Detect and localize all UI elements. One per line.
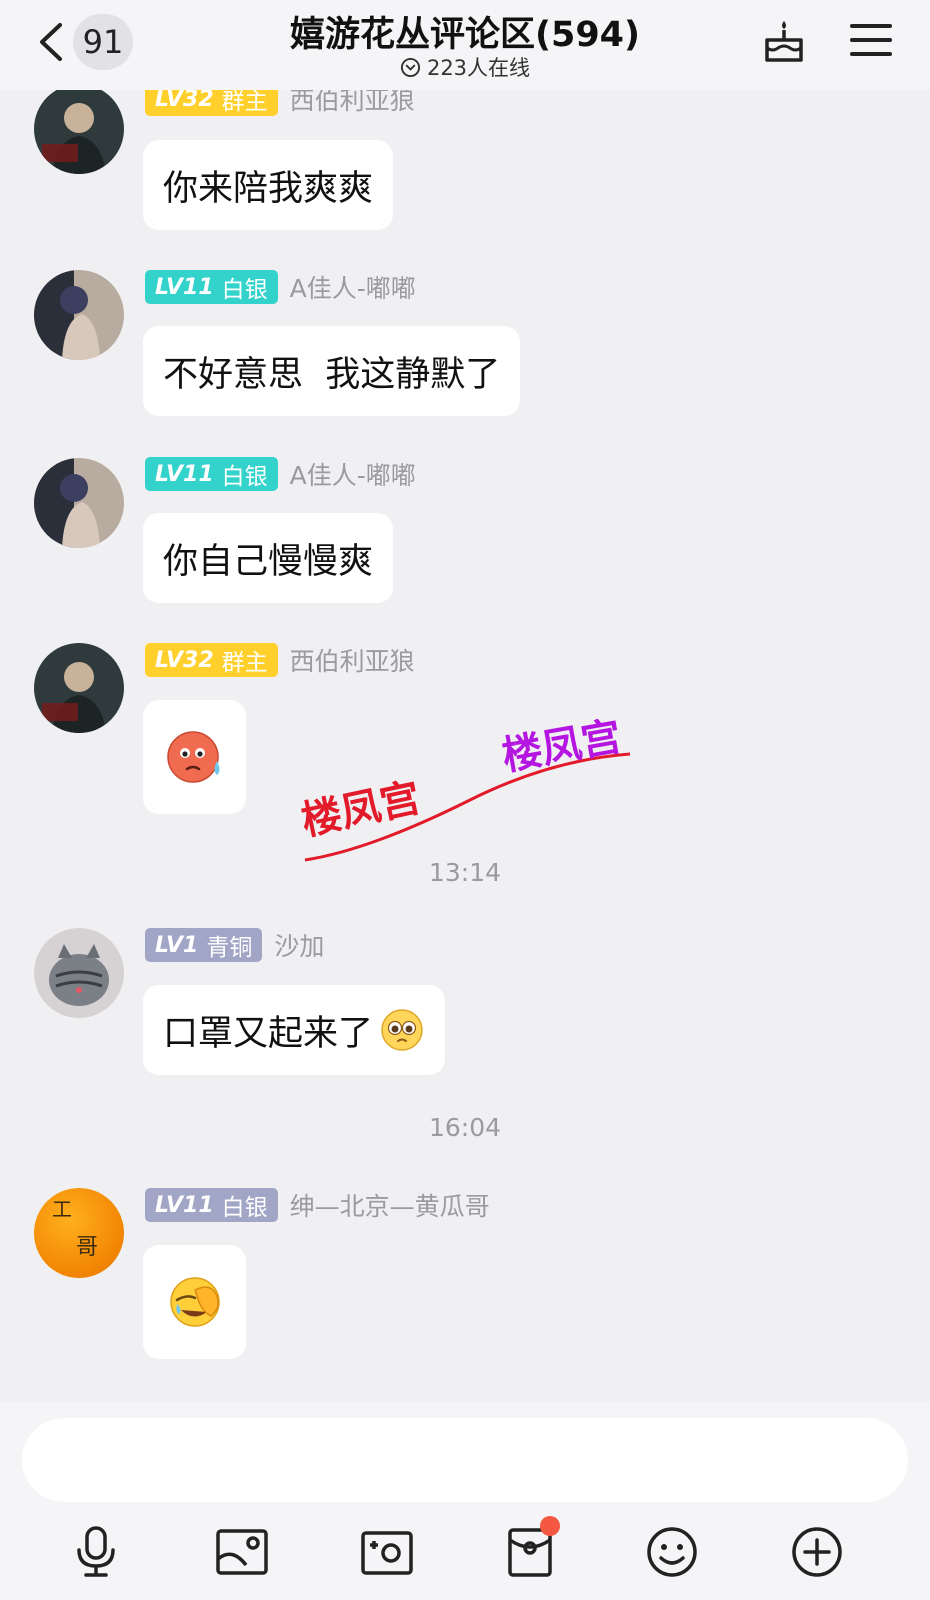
level-number: LV11: [155, 274, 214, 300]
avatar[interactable]: 工 哥: [34, 1188, 124, 1278]
chat-header: 91 嬉游花丛评论区(594) 223人在线: [0, 0, 930, 90]
plus-icon: [792, 1527, 842, 1577]
message-meta: LV32 群主 西伯利亚狼: [145, 643, 415, 677]
message-input[interactable]: [22, 1418, 908, 1502]
pleading-emoji-icon: [381, 1009, 423, 1051]
level-badge: LV1 青铜: [145, 928, 263, 962]
sender-name[interactable]: 绅—北京—黄瓜哥: [290, 1187, 490, 1223]
watermark-text: 楼凤宫: [300, 776, 424, 844]
message-meta: LV11 白银 A佳人-嘟嘟: [145, 270, 416, 304]
message-meta: LV1 青铜 沙加: [145, 928, 324, 962]
camera-button[interactable]: [357, 1522, 417, 1582]
emoji-icon: [647, 1527, 697, 1577]
chevron-circle-icon: [400, 57, 420, 77]
level-badge: LV11 白银: [145, 270, 278, 304]
sticker-bubble[interactable]: [143, 1245, 246, 1359]
level-title: 白银: [221, 464, 268, 490]
level-number: LV32: [155, 86, 214, 112]
avatar[interactable]: [34, 928, 124, 1018]
level-title: 群主: [221, 650, 268, 676]
level-number: LV11: [155, 1192, 214, 1218]
group-title[interactable]: 嬉游花丛评论区(594): [180, 6, 750, 57]
menu-button[interactable]: [850, 20, 892, 60]
message-meta: LV11 白银 绅—北京—黄瓜哥: [145, 1188, 490, 1222]
message-bubble[interactable]: 你自己慢慢爽: [143, 513, 394, 603]
more-button[interactable]: [787, 1522, 847, 1582]
message-bubble[interactable]: 不好意思 我这静默了: [143, 326, 521, 416]
timestamp: 16:04: [428, 1113, 502, 1142]
avatar[interactable]: [34, 270, 124, 360]
avatar-image: [34, 84, 124, 174]
avatar[interactable]: [34, 458, 124, 548]
avatar-glyph: 工: [52, 1197, 72, 1221]
avatar-image: [34, 270, 124, 360]
online-status[interactable]: 223人在线: [300, 52, 630, 82]
avatar-image: [34, 928, 124, 1018]
message-text: 口罩又起来了: [163, 1013, 374, 1054]
avatar-image: [34, 643, 124, 733]
input-area: [0, 1402, 930, 1600]
avatar[interactable]: [34, 643, 124, 733]
camera-icon: [361, 1531, 413, 1575]
avatar-image: [34, 458, 124, 548]
sender-name[interactable]: 沙加: [274, 927, 324, 963]
sticker-bubble[interactable]: [143, 700, 246, 814]
red-packet-button[interactable]: [500, 1516, 560, 1582]
image-button[interactable]: [212, 1522, 272, 1582]
online-count-text: 223人在线: [426, 56, 531, 80]
level-badge: LV11 白银: [145, 457, 278, 491]
sender-name[interactable]: 西伯利亚狼: [290, 642, 415, 678]
avatar[interactable]: [34, 84, 124, 174]
level-title: 青铜: [206, 935, 253, 961]
back-button[interactable]: 91: [36, 14, 136, 70]
timestamp: 13:14: [428, 858, 502, 887]
chevron-left-icon: [40, 23, 62, 61]
notification-dot: [540, 1516, 560, 1536]
sender-name[interactable]: A佳人-嘟嘟: [290, 456, 416, 492]
input-toolbar: [0, 1516, 930, 1582]
avatar-image: 工 哥: [34, 1188, 124, 1278]
level-number: LV11: [155, 461, 214, 487]
birthday-cake-button[interactable]: [762, 18, 806, 64]
level-badge: LV11 白银: [145, 1188, 278, 1222]
message-meta: LV11 白银 A佳人-嘟嘟: [145, 457, 416, 491]
level-title: 白银: [221, 1195, 268, 1221]
watermark: 楼凤宫 楼凤宫: [300, 715, 631, 862]
emoji-button[interactable]: [642, 1522, 702, 1582]
voice-button[interactable]: [66, 1522, 126, 1582]
level-number: LV1: [155, 932, 199, 958]
sweat-emoji-icon: [166, 731, 219, 783]
avatar-glyph: 哥: [76, 1235, 98, 1260]
message-bubble[interactable]: 口罩又起来了: [143, 985, 446, 1075]
image-icon: [216, 1529, 268, 1575]
hamburger-menu-icon: [850, 24, 892, 56]
level-number: LV32: [155, 647, 214, 673]
message-bubble[interactable]: 你来陪我爽爽: [143, 140, 394, 230]
level-badge: LV32 群主: [145, 643, 278, 677]
watermark-text: 楼凤宫: [499, 715, 625, 779]
level-title: 白银: [221, 277, 268, 303]
sender-name[interactable]: A佳人-嘟嘟: [290, 269, 416, 305]
facepalm-emoji-icon: [169, 1277, 220, 1327]
cake-icon: [765, 21, 803, 62]
unread-count-badge: 91: [73, 14, 133, 70]
microphone-icon: [77, 1526, 115, 1577]
